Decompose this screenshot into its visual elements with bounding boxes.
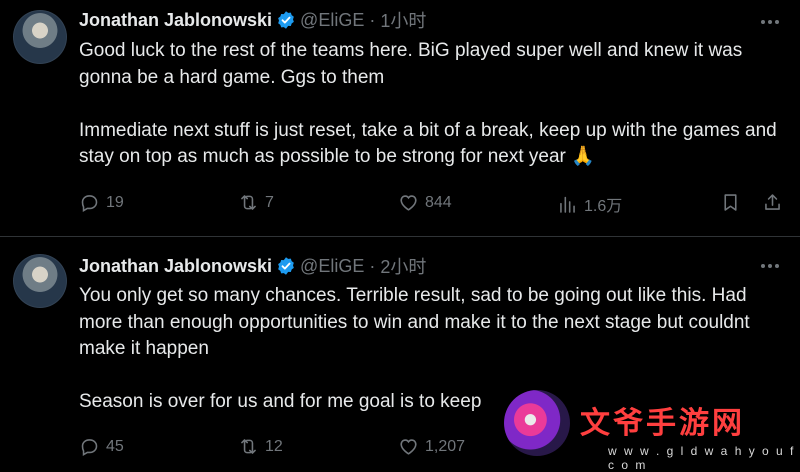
bookmark-button[interactable] [720, 192, 747, 213]
separator-dot: · [369, 9, 376, 30]
reply-button[interactable]: 19 [79, 192, 124, 213]
more-options-icon[interactable] [758, 254, 782, 278]
reply-button[interactable]: 45 [79, 436, 124, 457]
verified-badge-icon [278, 257, 294, 275]
like-button[interactable]: 1,207 [398, 436, 465, 457]
views-count: 1.6万 [584, 198, 623, 215]
timestamp[interactable]: 1小时 [380, 7, 426, 33]
tweet-text: Good luck to the rest of the teams here.… [79, 40, 777, 167]
share-icon [765, 194, 780, 210]
like-count: 1,207 [425, 437, 466, 455]
reply-icon [81, 439, 98, 457]
heart-icon [400, 195, 417, 211]
like-count: 844 [425, 193, 452, 211]
reply-count: 45 [106, 437, 124, 455]
more-options-icon[interactable] [758, 10, 782, 34]
timestamp[interactable]: 2小时 [380, 253, 426, 279]
tweet-actions: 19 7 844 1.6万 [79, 192, 785, 216]
tweet-header: Jonathan Jablonowski @EliGE · 2小时 [79, 254, 426, 278]
reply-icon [81, 195, 98, 213]
repost-button[interactable]: 12 [238, 436, 283, 457]
repost-count: 7 [265, 193, 274, 211]
views-icon [560, 196, 575, 213]
separator-dot: · [369, 255, 376, 276]
repost-icon [241, 439, 256, 454]
tweet-actions: 45 12 1,207 [79, 436, 785, 460]
heart-icon [400, 439, 417, 455]
author-handle[interactable]: @EliGE [300, 256, 364, 277]
author-name[interactable]: Jonathan Jablonowski [79, 256, 272, 277]
bookmark-icon [724, 194, 737, 211]
like-button[interactable]: 844 [398, 192, 452, 213]
views-button[interactable]: 1.6万 [557, 192, 622, 216]
share-button[interactable] [762, 192, 789, 213]
tweet-header: Jonathan Jablonowski @EliGE · 1小时 [79, 8, 426, 32]
tweet-text: You only get so many chances. Terrible r… [79, 285, 750, 412]
repost-icon [241, 195, 256, 210]
repost-count: 12 [265, 437, 283, 455]
verified-badge-icon [278, 11, 294, 29]
tweet[interactable]: Jonathan Jablonowski @EliGE · 1小时 Good l… [0, 0, 800, 237]
repost-button[interactable]: 7 [238, 192, 274, 213]
reply-count: 19 [106, 193, 124, 211]
author-handle[interactable]: @EliGE [300, 10, 364, 31]
author-name[interactable]: Jonathan Jablonowski [79, 10, 272, 31]
avatar[interactable] [13, 10, 67, 64]
avatar[interactable] [13, 254, 67, 308]
